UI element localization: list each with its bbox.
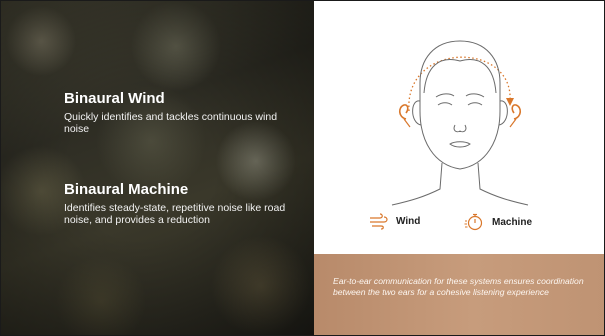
nose	[453, 124, 467, 133]
head-outline	[419, 40, 501, 170]
wind-icon	[370, 213, 388, 230]
stopwatch-icon	[464, 213, 483, 231]
feature-title: Binaural Wind	[64, 90, 165, 107]
right-eyebrow	[465, 93, 485, 98]
left-eyebrow	[435, 93, 455, 98]
right-eye	[467, 102, 483, 106]
legend-wind-label: Wind	[396, 215, 421, 227]
feature-binaural-machine: Binaural Machine Identifies steady-state…	[64, 181, 294, 226]
hairline	[423, 59, 497, 94]
mouth	[449, 141, 471, 148]
feature-description: Identifies steady-state, repetitive nois…	[64, 202, 286, 226]
left-hearing-aid-icon	[398, 104, 411, 128]
feature-description: Quickly identifies and tackles continuou…	[64, 111, 278, 135]
feature-binaural-wind: Binaural Wind Quickly identifies and tac…	[64, 90, 294, 135]
footer-banner: Ear-to-ear communication for these syste…	[314, 254, 604, 335]
neck-right	[477, 162, 529, 206]
neck-left	[391, 162, 443, 206]
arc-arrowhead-icon	[506, 98, 514, 106]
illustration-panel: Wind Machine Ear-to-ear communication fo…	[314, 1, 604, 335]
legend-item-machine: Machine	[464, 212, 532, 232]
slide: Binaural Wind Quickly identifies and tac…	[0, 0, 605, 336]
background-vignette	[1, 1, 314, 335]
footer-text: Ear-to-ear communication for these syste…	[333, 276, 584, 297]
legend-item-wind: Wind	[368, 212, 420, 230]
right-hearing-aid-icon	[509, 104, 522, 128]
legend: Wind Machine	[314, 212, 604, 238]
left-eye	[437, 102, 453, 106]
feature-title: Binaural Machine	[64, 181, 189, 198]
bokeh-background-photo: Binaural Wind Quickly identifies and tac…	[1, 1, 314, 335]
legend-machine-label: Machine	[492, 216, 533, 228]
